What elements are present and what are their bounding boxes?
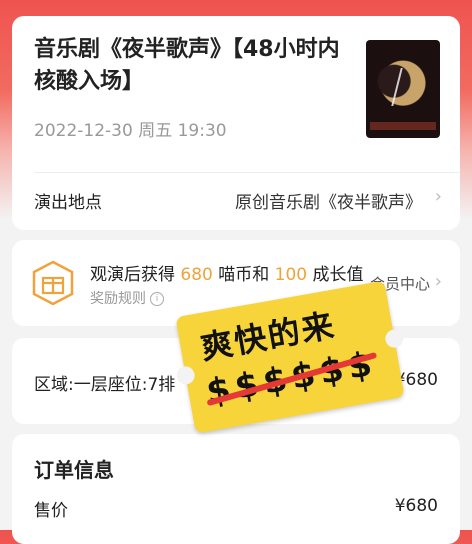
seat-label: 区域:一层座位:7排 — [34, 375, 176, 395]
chevron-right-icon[interactable]: › — [435, 271, 442, 292]
order-card: 订单信息 售价 ¥680 — [12, 434, 460, 544]
show-card: 音乐剧《夜半歌声》【48小时内核酸入场】 2022-12-30 周五 19:30… — [12, 16, 460, 230]
show-title: 音乐剧《夜半歌声》【48小时内核酸入场】 — [34, 37, 340, 94]
reward-growth: 100 — [274, 265, 308, 285]
sale-label: 售价 — [34, 501, 68, 521]
venue-label: 演出地点 — [34, 193, 102, 213]
divider — [34, 172, 460, 173]
order-title: 订单信息 — [34, 458, 114, 482]
show-poster[interactable] — [366, 40, 440, 138]
gift-icon — [32, 260, 74, 306]
poster-calligraphy — [391, 68, 419, 106]
info-icon: i — [150, 292, 164, 306]
venue-value[interactable]: 原创音乐剧《夜半歌声》 — [235, 188, 422, 213]
chevron-right-icon[interactable]: › — [435, 186, 442, 207]
sale-price: ¥680 — [394, 496, 438, 516]
show-datetime: 2022-12-30 周五 19:30 — [34, 121, 227, 141]
poster-subtitle-band — [370, 122, 436, 130]
reward-rules-link[interactable]: 奖励规则 i — [90, 288, 164, 308]
reward-coins: 680 — [180, 265, 213, 285]
reward-text: 观演后获得 680 喵币和 100 成长值 — [90, 265, 364, 285]
